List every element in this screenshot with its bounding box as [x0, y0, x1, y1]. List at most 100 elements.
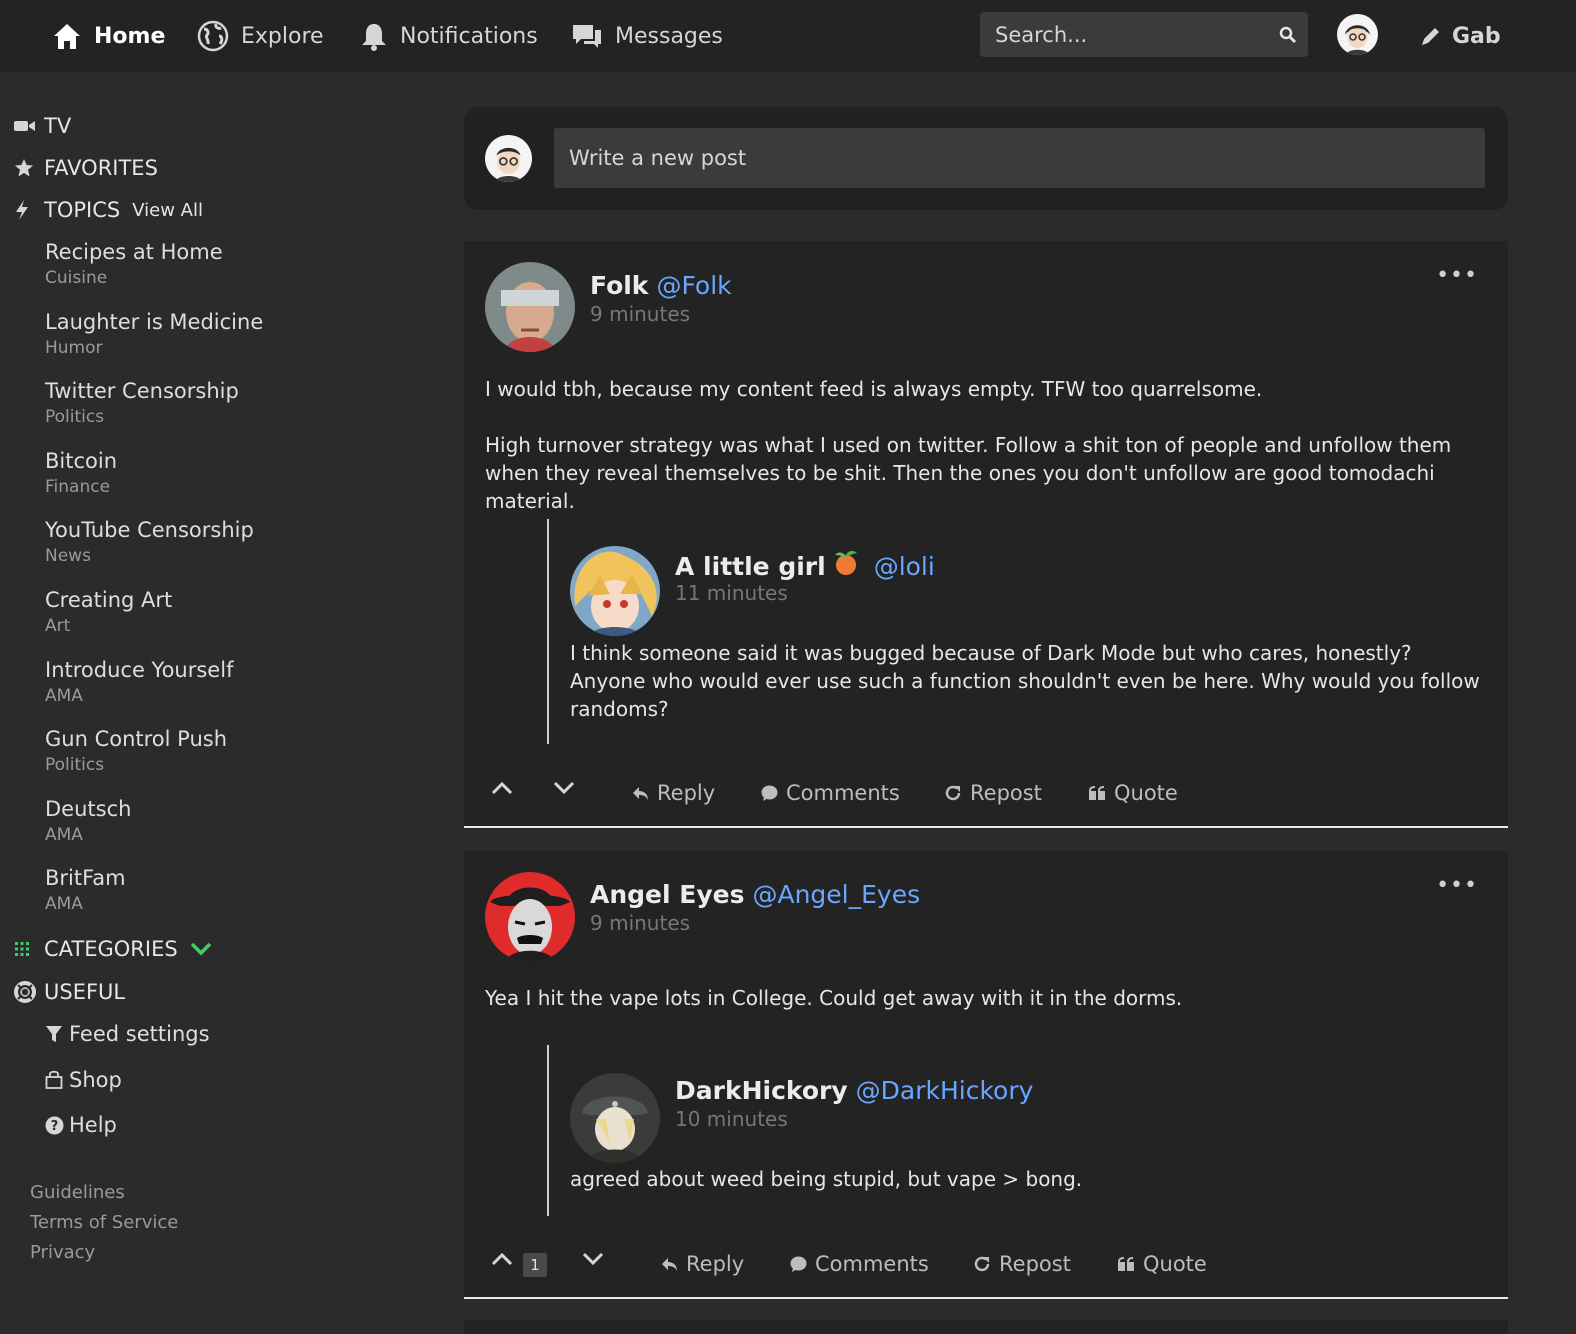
- shop-label: Shop: [69, 1068, 122, 1092]
- sidebar-topic-item[interactable]: Laughter is Medicine Humor: [45, 308, 263, 360]
- refresh-icon: [974, 1256, 990, 1272]
- sidebar-topic-item[interactable]: Recipes at Home Cuisine: [45, 238, 223, 290]
- quoted-body: I think someone said it was bugged becau…: [570, 641, 1480, 721]
- sidebar-useful: USEFUL: [14, 980, 125, 1004]
- author-name[interactable]: Folk @Folk: [590, 271, 732, 300]
- nav-explore[interactable]: Explore: [197, 0, 324, 72]
- upvote-button[interactable]: [491, 1252, 521, 1266]
- post-card: Angel Eyes @Angel_Eyes 9 minutes ••• Yea …: [464, 851, 1508, 1299]
- question-circle-icon: ?: [45, 1116, 69, 1135]
- new-post-input[interactable]: Write a new post: [554, 128, 1485, 188]
- quote-label: Quote: [1143, 1252, 1207, 1276]
- sidebar-help[interactable]: ? Help: [45, 1113, 117, 1137]
- quoted-author-avatar[interactable]: [570, 1073, 660, 1163]
- lightning-icon: [14, 199, 44, 221]
- downvote-button[interactable]: [553, 781, 583, 795]
- sidebar-categories[interactable]: CATEGORIES: [14, 937, 212, 961]
- author-handle[interactable]: @Angel_Eyes: [752, 880, 920, 909]
- globe-icon: [197, 20, 229, 52]
- comments-button[interactable]: Comments: [790, 1252, 929, 1276]
- sidebar-topic-item[interactable]: Bitcoin Finance: [45, 447, 117, 499]
- reply-label: Reply: [686, 1252, 745, 1276]
- quote-button[interactable]: Quote: [1088, 781, 1178, 805]
- author-display-name: Folk: [590, 271, 649, 300]
- topic-category: Politics: [45, 407, 105, 427]
- help-label: Help: [69, 1113, 117, 1137]
- downvote-button[interactable]: [582, 1252, 612, 1266]
- author-name[interactable]: Angel Eyes @Angel_Eyes: [590, 880, 920, 909]
- search-icon[interactable]: [1268, 26, 1308, 44]
- nav-explore-label: Explore: [241, 23, 324, 49]
- gab-label: Gab: [1452, 23, 1501, 49]
- grid-icon: [14, 941, 44, 957]
- left-sidebar: TV FAVORITES TOPICS View All Recipes at …: [0, 72, 440, 1334]
- sidebar-topic-item[interactable]: Gun Control Push Politics: [45, 725, 227, 777]
- nav-notifications[interactable]: Notifications: [360, 0, 538, 72]
- composer-avatar: [485, 135, 532, 182]
- quoted-author-name[interactable]: DarkHickory @DarkHickory: [675, 1076, 1033, 1105]
- topic-category: News: [45, 546, 91, 566]
- quoted-display-name: A little girl: [675, 552, 826, 581]
- quote-label: Quote: [1114, 781, 1178, 805]
- topic-category: AMA: [45, 686, 83, 706]
- quoted-author-handle[interactable]: @loli: [874, 552, 935, 581]
- footer-privacy-link[interactable]: Privacy: [30, 1242, 95, 1263]
- sidebar-favorites[interactable]: FAVORITES: [14, 156, 158, 180]
- topic-category: Cuisine: [45, 268, 108, 288]
- sidebar-topic-item[interactable]: YouTube Censorship News: [45, 516, 254, 568]
- author-display-name: Angel Eyes: [590, 880, 745, 909]
- comments-label: Comments: [815, 1252, 929, 1276]
- topic-title: Creating Art: [45, 588, 173, 612]
- reply-button[interactable]: Reply: [661, 1252, 744, 1276]
- search-input[interactable]: [980, 22, 1268, 47]
- author-handle[interactable]: @Folk: [656, 271, 731, 300]
- nav-messages-label: Messages: [615, 23, 723, 49]
- topic-title: BritFam: [45, 866, 126, 890]
- sidebar-feed-settings[interactable]: Feed settings: [45, 1022, 210, 1046]
- bell-icon: [362, 24, 386, 51]
- top-navigation: Home Explore Notifications Messages Sear…: [0, 0, 1576, 72]
- sidebar-topic-item[interactable]: Twitter Censorship Politics: [45, 377, 239, 429]
- post-body-paragraph: I would tbh, because my content feed is …: [485, 377, 1263, 401]
- post-timestamp[interactable]: 9 minutes: [590, 911, 690, 935]
- footer-guidelines-link[interactable]: Guidelines: [30, 1182, 125, 1203]
- user-avatar[interactable]: [1337, 14, 1378, 55]
- post-options-button[interactable]: •••: [1436, 263, 1478, 288]
- sidebar-tv-label: TV: [44, 114, 72, 138]
- quoted-timestamp[interactable]: 10 minutes: [675, 1107, 788, 1131]
- post-timestamp[interactable]: 9 minutes: [590, 302, 690, 326]
- author-avatar[interactable]: [485, 872, 575, 962]
- quoted-author-handle[interactable]: @DarkHickory: [856, 1076, 1034, 1105]
- chevron-down-icon[interactable]: [190, 942, 212, 956]
- topic-title: Gun Control Push: [45, 727, 228, 751]
- nav-home[interactable]: Home: [52, 0, 165, 72]
- sidebar-topic-item[interactable]: Deutsch AMA: [45, 795, 131, 847]
- quote-divider: [547, 1045, 549, 1216]
- quote-button[interactable]: Quote: [1117, 1252, 1207, 1276]
- sidebar-topic-item[interactable]: Creating Art Art: [45, 586, 172, 638]
- footer-terms-link[interactable]: Terms of Service: [30, 1212, 178, 1233]
- life-ring-icon: [14, 981, 44, 1003]
- quoted-timestamp[interactable]: 11 minutes: [675, 581, 788, 605]
- sidebar-shop[interactable]: Shop: [45, 1068, 122, 1092]
- topic-title: Deutsch: [45, 797, 132, 821]
- author-avatar[interactable]: [485, 262, 575, 352]
- sidebar-tv[interactable]: TV: [14, 114, 71, 138]
- gab-compose-button[interactable]: Gab: [1420, 0, 1501, 72]
- reply-button[interactable]: Reply: [632, 781, 715, 805]
- upvote-button[interactable]: [491, 781, 521, 795]
- post-card: Folk @Folk 9 minutes ••• I would tbh, bec…: [464, 241, 1508, 828]
- sidebar-topic-item[interactable]: BritFam AMA: [45, 864, 126, 916]
- comment-bubble-icon: [790, 1256, 807, 1272]
- nav-messages[interactable]: Messages: [571, 0, 723, 72]
- feed-settings-label: Feed settings: [69, 1022, 210, 1046]
- sidebar-topic-item[interactable]: Introduce Yourself AMA: [45, 656, 233, 708]
- reply-arrow-icon: [633, 786, 648, 800]
- topics-view-all-link[interactable]: View All: [132, 200, 203, 221]
- quoted-author-avatar[interactable]: [570, 546, 660, 636]
- post-options-button[interactable]: •••: [1436, 873, 1478, 898]
- comments-button[interactable]: Comments: [761, 781, 900, 805]
- repost-button[interactable]: Repost: [944, 781, 1042, 805]
- repost-button[interactable]: Repost: [973, 1252, 1071, 1276]
- topic-category: Finance: [45, 477, 111, 497]
